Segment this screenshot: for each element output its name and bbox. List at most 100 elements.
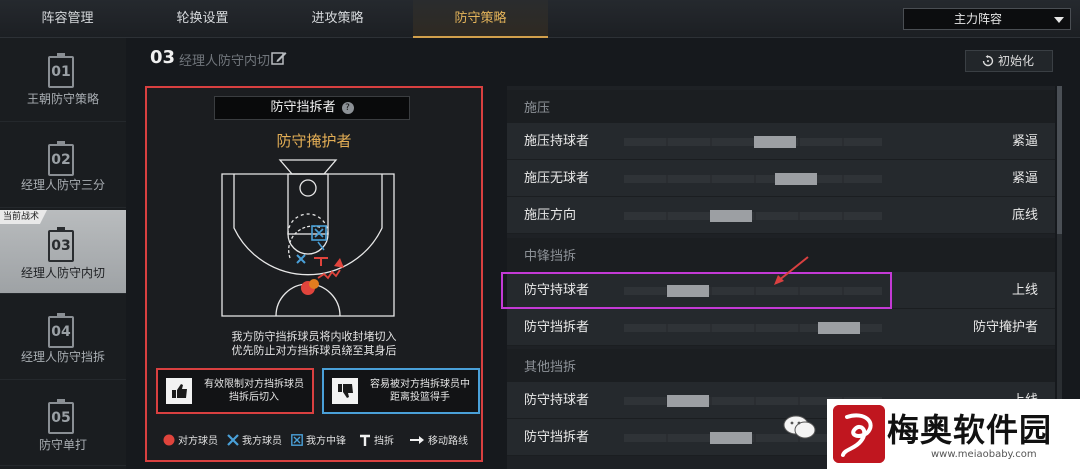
setting-label: 防守挡拆者 [524,430,590,445]
legend-label: 我方中锋 [306,436,346,447]
slider-fill [818,322,860,334]
description-line: 我方防守挡拆球员将内收封堵切入 [231,330,397,343]
panel-title-text: 防守挡拆者 [270,100,336,115]
boxed-cross-icon [291,434,303,446]
reset-button-label: 初始化 [997,54,1034,68]
strategy-number: 03 [150,47,176,68]
watermark-url: www.meiaobaby.com [931,449,1037,460]
sidebar-item-01[interactable]: 01 王朝防守策略 [0,38,126,122]
tab-rotation[interactable]: 轮换设置 [135,0,270,38]
setting-value: 防守掩护者 [972,320,1038,335]
own-player-marker [296,254,306,264]
screen-t-icon [360,434,370,446]
rim [299,179,317,197]
setting-label: 防守挡拆者 [524,320,590,335]
clipboard-icon: 02 [48,141,74,176]
setting-row[interactable]: 施压方向 底线 [507,197,1055,234]
clipboard-icon: 01 [48,53,74,88]
sidebar-item-05[interactable]: 05 防守单打 [0,382,126,466]
pro-line: 有效限制对方挡拆球员 [204,379,304,390]
setting-slider[interactable] [624,322,882,334]
current-tactic-badge: 当前战术 [0,210,48,224]
lineup-dropdown-value: 主力阵容 [954,12,1003,26]
sidebar-item-04[interactable]: 04 经理人防守挡拆 [0,296,126,380]
tab-offense[interactable]: 进攻策略 [270,0,405,38]
con-line: 距离投篮得手 [390,392,450,403]
thumbs-down-icon [332,378,358,404]
wechat-icon [783,415,816,439]
help-icon[interactable]: ? [341,102,354,114]
slider-fill [710,210,752,222]
setting-label: 施压无球者 [524,171,590,186]
thumbs-up-icon [166,378,192,404]
slider-fill [667,395,709,407]
lineup-dropdown[interactable]: 主力阵容 [903,8,1071,30]
paint-area [287,173,329,235]
ball-icon [309,279,319,289]
setting-slider[interactable] [624,210,882,222]
strategy-sidebar: 01 王朝防守策略 02 经理人防守三分 当前战术 03 经理人防守内切 04 … [0,38,126,469]
panel-subtitle: 防守掩护者 [276,132,352,150]
sidebar-item-02[interactable]: 02 经理人防守三分 [0,124,126,208]
setting-slider[interactable] [624,136,882,148]
court-diagram [221,159,395,317]
sidebar-item-label: 经理人防守内切 [20,266,105,280]
setting-row[interactable]: 防守挡拆者 防守掩护者 [507,309,1055,346]
con-text: 容易被对方挡拆球员中 距离投篮得手 [364,378,476,404]
chevron-down-icon [1054,17,1064,23]
legend-screen: 挡拆 [359,434,394,449]
sidebar-item-03[interactable]: 当前战术 03 经理人防守内切 [0,210,126,294]
con-card: 容易被对方挡拆球员中 距离投篮得手 [322,368,480,414]
three-point-line [233,174,383,276]
legend-label: 我方球员 [242,436,282,447]
arrow-right-icon [410,436,424,444]
legend-label: 对方球员 [178,436,218,447]
pro-text: 有效限制对方挡拆球员 挡拆后切入 [198,378,310,404]
own-center-cross [314,228,324,238]
setting-value: 上线 [1011,283,1038,298]
description-line: 优先防止对方挡拆球员绕至其身后 [231,344,397,357]
con-line: 容易被对方挡拆球员中 [370,379,470,390]
scrollbar-thumb[interactable] [1057,86,1062,234]
sidebar-item-label: 王朝防守策略 [26,92,99,106]
legend-label: 移动路线 [428,436,468,447]
slider-fill [754,136,796,148]
setting-label: 施压持球者 [524,134,590,149]
setting-row[interactable]: 施压无球者 紧逼 [507,160,1055,197]
strategy-title: 经理人防守内切 [179,54,271,69]
tactic-description: 我方防守挡拆球员将内收封堵切入 优先防止对方挡拆球员绕至其身后 [147,330,481,358]
setting-value: 底线 [1011,208,1038,223]
blue-cross-icon [227,434,239,446]
slider-fill [710,432,752,444]
clipboard-icon: 05 [48,399,74,434]
legend-own-player: 我方球员 [227,434,282,449]
red-dot-icon [163,434,175,446]
panel-title: 防守挡拆者? [214,96,410,120]
legend-own-center: 我方中锋 [291,434,346,449]
slider-fill [775,173,817,185]
reset-button[interactable]: 初始化 [965,50,1053,72]
setting-label: 施压方向 [524,208,577,223]
section-other-pick-roll: 其他挡拆 [507,349,1055,386]
setting-label: 防守持球者 [524,393,590,408]
backboard [278,159,338,175]
annotation-highlight-box [501,272,892,309]
dragon-logo-icon [833,405,885,463]
setting-slider[interactable] [624,173,882,185]
dribble-arrow [334,258,344,268]
watermark: 梅奥软件园 www.meiaobaby.com [827,399,1080,469]
edit-icon[interactable] [271,50,287,66]
legend-opponent: 对方球员 [163,434,218,449]
clipboard-icon: 04 [48,313,74,348]
legend-movement: 移动路线 [409,434,468,449]
sidebar-item-label: 经理人防守挡拆 [20,350,105,364]
pro-card: 有效限制对方挡拆球员 挡拆后切入 [156,368,314,414]
top-tab-bar: 阵容管理 轮换设置 进攻策略 防守策略 主力阵容 [0,0,1080,38]
tab-lineup[interactable]: 阵容管理 [0,0,135,38]
watermark-name: 梅奥软件园 [887,411,1053,449]
setting-row[interactable]: 施压持球者 紧逼 [507,123,1055,160]
tab-defense[interactable]: 防守策略 [413,0,548,38]
clipboard-icon: 03 [48,227,74,262]
tactic-detail-panel: 防守挡拆者? 防守掩护者 我方防守挡拆球员将内收封堵切入 优先防止对方挡拆球员绕… [145,86,483,462]
legend-label: 挡拆 [374,436,394,447]
